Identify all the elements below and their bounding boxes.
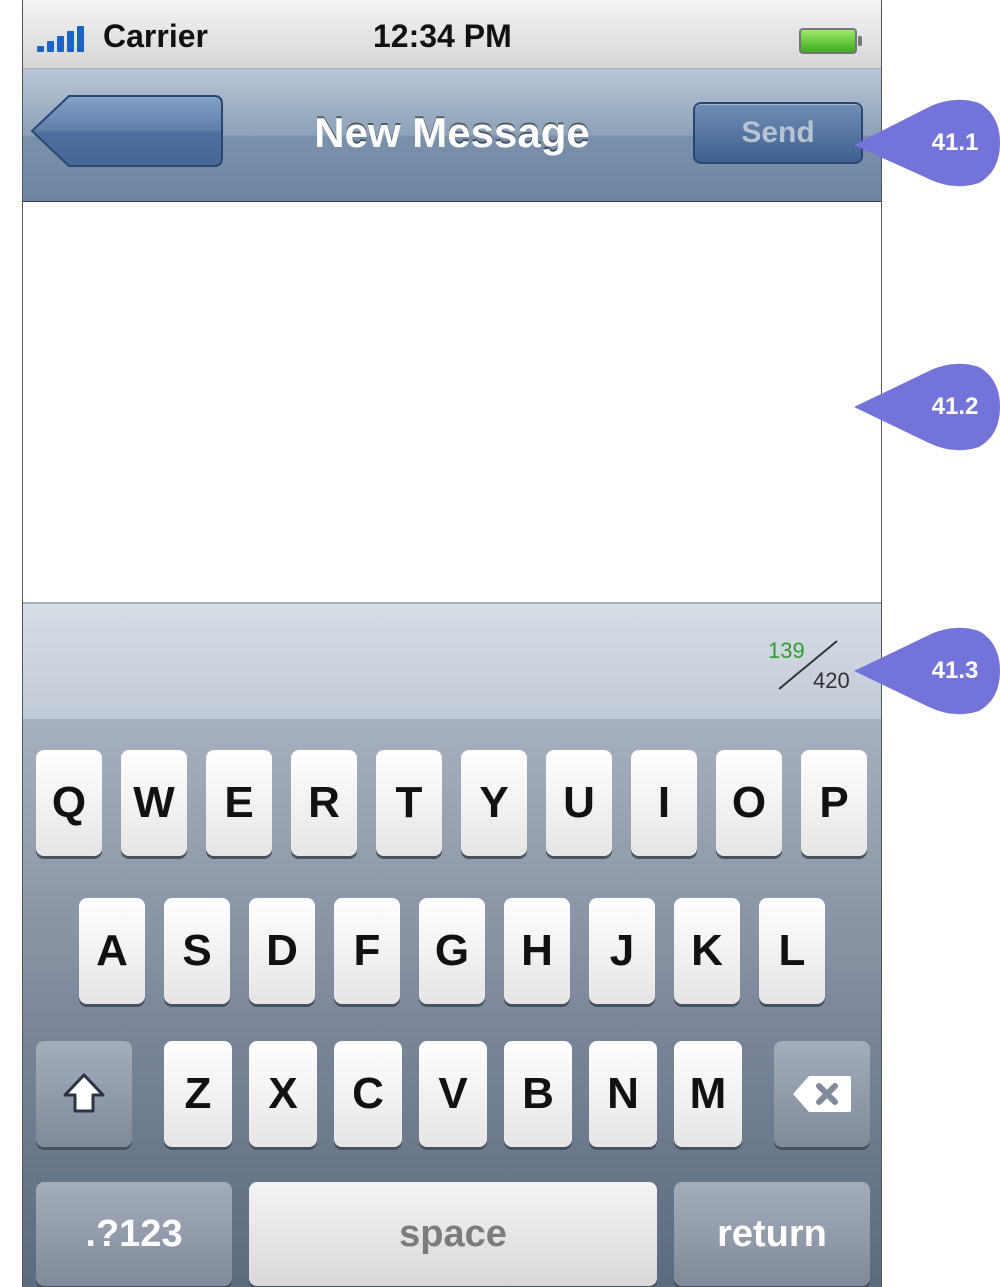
callout-41-3: 41.3 (824, 623, 1000, 719)
key-s[interactable]: S (164, 898, 230, 1004)
delete-key[interactable] (774, 1041, 870, 1147)
signal-strength-icon (37, 26, 84, 52)
key-e[interactable]: E (206, 750, 272, 856)
battery-icon (799, 28, 862, 54)
phone-screen: Carrier 12:34 PM New Message Send 139 42… (22, 0, 882, 1287)
key-g[interactable]: G (419, 898, 485, 1004)
key-u[interactable]: U (546, 750, 612, 856)
callout-41-2: 41.2 (824, 359, 1000, 455)
key-n[interactable]: N (589, 1041, 657, 1147)
key-a[interactable]: A (79, 898, 145, 1004)
key-l[interactable]: L (759, 898, 825, 1004)
key-z[interactable]: Z (164, 1041, 232, 1147)
key-h[interactable]: H (504, 898, 570, 1004)
keyboard: Q W E R T Y U I O P A S D F G H J K L Z … (23, 719, 881, 1287)
key-b[interactable]: B (504, 1041, 572, 1147)
key-r[interactable]: R (291, 750, 357, 856)
key-p[interactable]: P (801, 750, 867, 856)
key-d[interactable]: D (249, 898, 315, 1004)
navigation-bar: New Message Send (23, 69, 881, 202)
key-i[interactable]: I (631, 750, 697, 856)
status-time: 12:34 PM (373, 18, 512, 54)
key-m[interactable]: M (674, 1041, 742, 1147)
shift-key[interactable] (36, 1041, 132, 1147)
message-text-area[interactable] (23, 202, 881, 601)
character-counter-bar: 139 420 (23, 602, 881, 721)
callout-label: 41.3 (931, 657, 979, 684)
carrier-label: Carrier (103, 18, 208, 54)
callout-label: 41.2 (931, 393, 979, 420)
key-v[interactable]: V (419, 1041, 487, 1147)
callout-41-1: 41.1 (824, 95, 1000, 191)
key-f[interactable]: F (334, 898, 400, 1004)
key-j[interactable]: J (589, 898, 655, 1004)
backspace-icon (793, 1076, 851, 1112)
key-w[interactable]: W (121, 750, 187, 856)
status-bar: Carrier 12:34 PM (23, 0, 881, 69)
return-key[interactable]: return (674, 1182, 870, 1286)
numbers-key[interactable]: .?123 (36, 1182, 232, 1286)
callout-label: 41.1 (931, 129, 979, 156)
key-x[interactable]: X (249, 1041, 317, 1147)
shift-icon (63, 1073, 105, 1113)
key-y[interactable]: Y (461, 750, 527, 856)
key-c[interactable]: C (334, 1041, 402, 1147)
space-key[interactable]: space (249, 1182, 657, 1286)
key-k[interactable]: K (674, 898, 740, 1004)
key-t[interactable]: T (376, 750, 442, 856)
key-q[interactable]: Q (36, 750, 102, 856)
key-o[interactable]: O (716, 750, 782, 856)
